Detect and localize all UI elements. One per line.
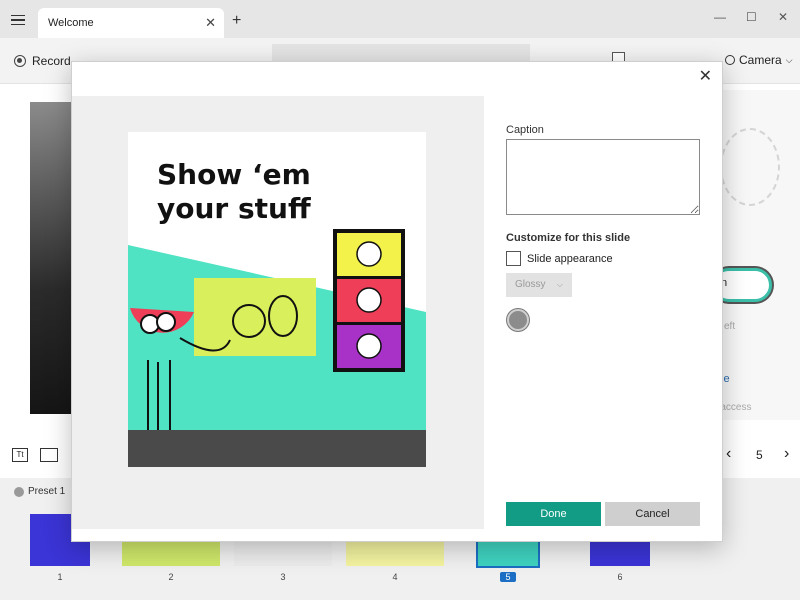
window-close-button[interactable]: ✕ <box>778 10 788 24</box>
slide-appearance-row[interactable]: Slide appearance <box>506 251 613 266</box>
customize-heading: Customize for this slide <box>506 232 631 244</box>
pager: ‹ 5 › <box>722 445 800 466</box>
thumbnail-number: 1 <box>57 572 63 582</box>
thumbnail-number: 2 <box>168 572 174 582</box>
chevron-down-icon: ⌵ <box>785 54 793 65</box>
camera-button[interactable]: Camera ⌵ <box>725 53 793 67</box>
slide-appearance-label: Slide appearance <box>527 252 613 265</box>
thumbnail-number: 3 <box>280 572 286 582</box>
page-number: 5 <box>756 448 763 462</box>
text-tool-button[interactable]: Tt <box>12 448 28 462</box>
record-label: Record <box>32 54 71 68</box>
photo-character <box>356 241 382 267</box>
new-tab-button[interactable]: + <box>232 12 241 30</box>
floor-shape <box>128 430 426 467</box>
close-icon[interactable]: ✕ <box>699 66 712 86</box>
record-button[interactable]: Record <box>14 54 71 68</box>
close-icon[interactable]: ✕ <box>205 8 216 38</box>
thumbnail-number: 6 <box>617 572 623 582</box>
thumbnail-number: 5 <box>500 572 516 582</box>
preset-selector[interactable]: Preset 1 <box>14 486 65 497</box>
chevron-down-icon: ⌵ <box>556 280 563 289</box>
photo-character <box>356 333 382 359</box>
tab-title: Welcome <box>48 17 94 29</box>
camera-icon <box>725 55 735 65</box>
preset-label: Preset 1 <box>28 486 66 497</box>
photo-character <box>356 287 382 313</box>
image-tool-icon[interactable] <box>40 448 58 462</box>
character-eye <box>156 312 176 332</box>
slide-appearance-checkbox[interactable] <box>506 251 521 266</box>
slide-preview: Show ‘em your stuff <box>128 132 426 467</box>
seal-graphic <box>720 128 780 206</box>
record-icon <box>14 55 26 67</box>
cancel-button[interactable]: Cancel <box>605 502 700 526</box>
caption-label: Caption <box>506 124 544 136</box>
appearance-style-dropdown[interactable]: Glossy ⌵ <box>506 273 572 297</box>
appearance-style-value: Glossy <box>515 279 546 290</box>
hamburger-menu-icon[interactable] <box>6 10 30 30</box>
slide-preview-area: Show ‘em your stuff <box>72 96 484 529</box>
slide-customize-dialog: ✕ Show ‘em your stuff Caption Customize … <box>71 61 723 542</box>
caption-input[interactable] <box>506 139 700 215</box>
done-button[interactable]: Done <box>506 502 601 526</box>
title-bar: Welcome ✕ + — ☐ ✕ <box>0 0 800 38</box>
background-photo <box>30 102 72 414</box>
next-page-icon[interactable]: › <box>784 445 789 463</box>
minimize-button[interactable]: — <box>714 10 726 24</box>
maximize-button[interactable]: ☐ <box>746 10 757 24</box>
previous-page-icon[interactable]: ‹ <box>726 445 731 463</box>
camera-label: Camera <box>739 53 782 67</box>
color-swatch[interactable] <box>507 309 529 331</box>
slide-illustration <box>128 229 426 467</box>
right-panel-fragment: eft <box>724 321 736 332</box>
thumbnail-number: 4 <box>392 572 398 582</box>
tab-welcome[interactable]: Welcome ✕ <box>38 8 224 38</box>
preset-icon <box>14 486 24 497</box>
